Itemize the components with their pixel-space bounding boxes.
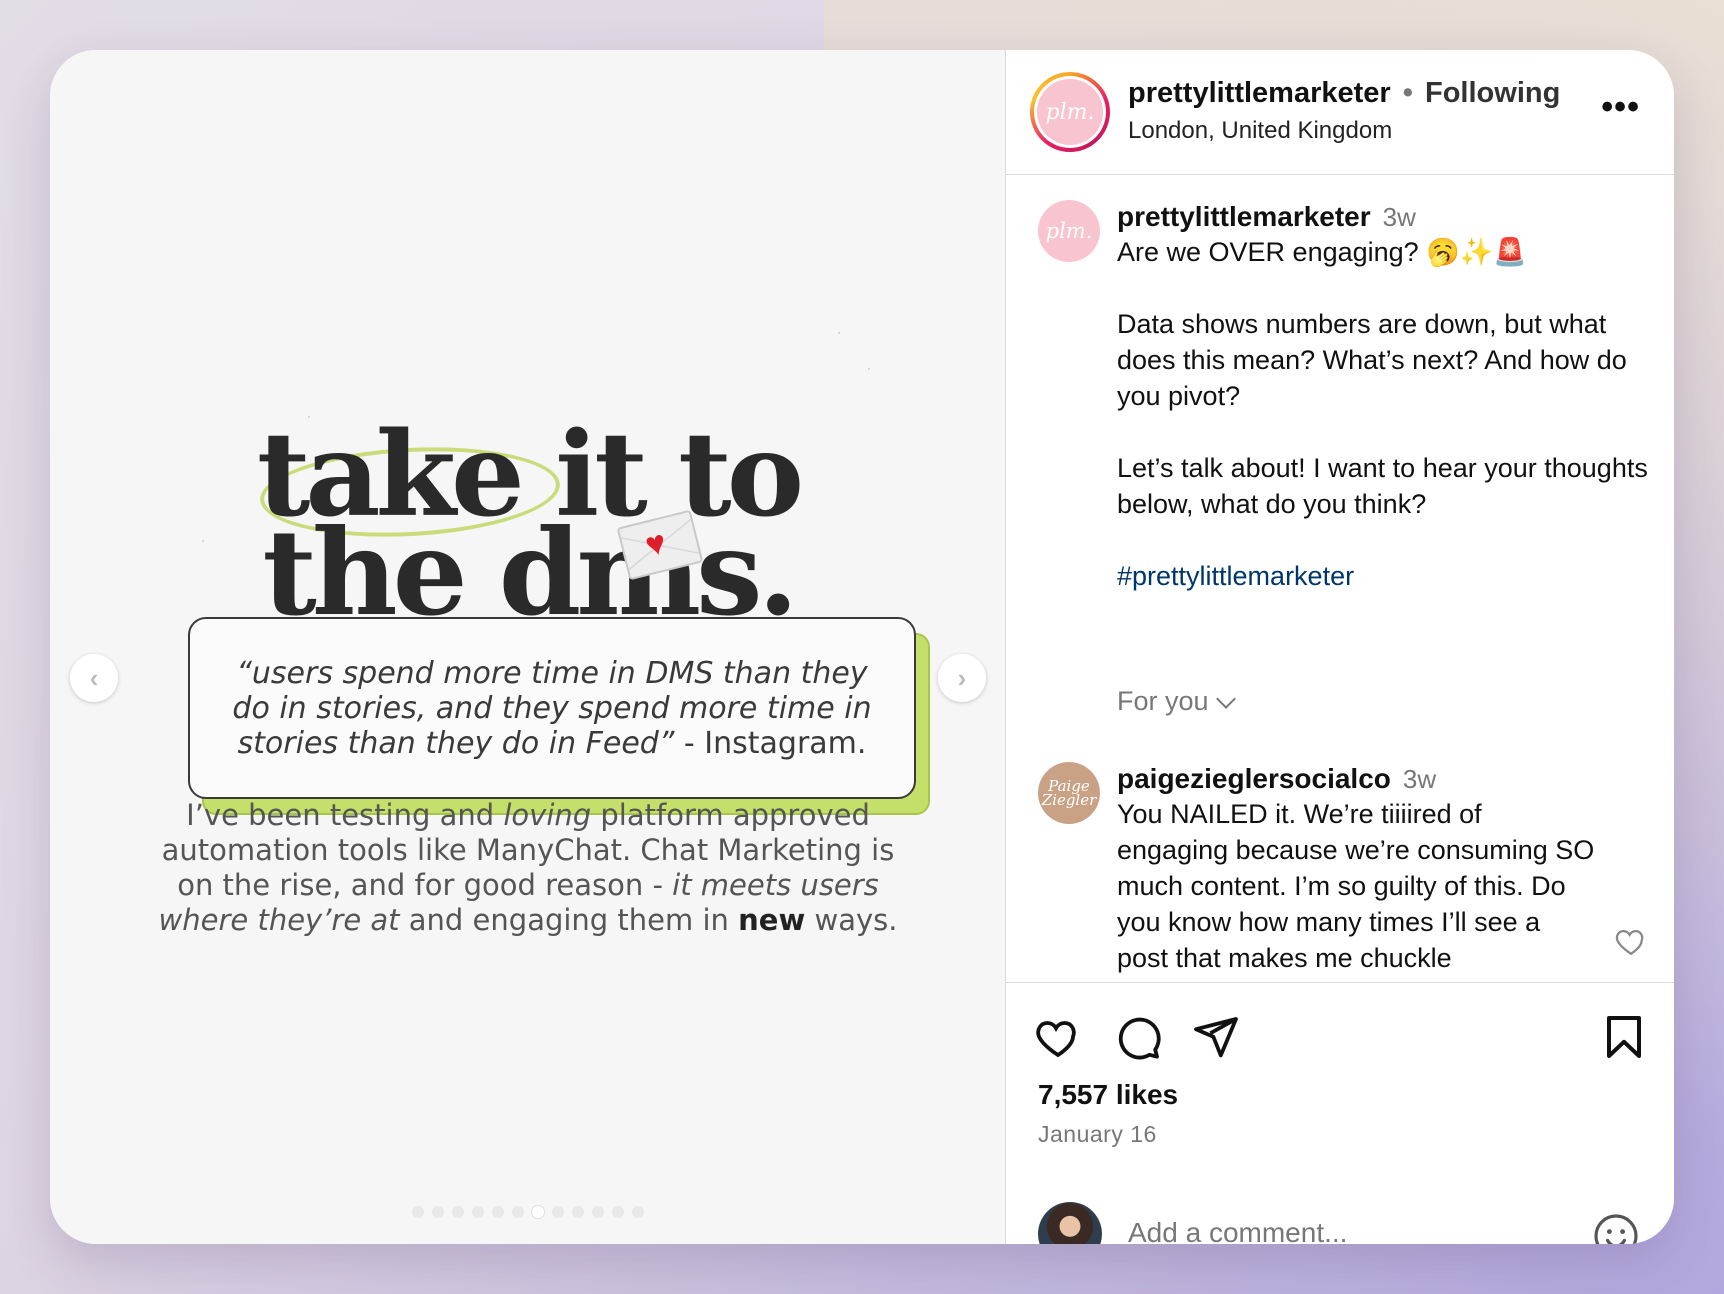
save-bookmark-icon[interactable] [1600, 1013, 1648, 1061]
post-header: plm. prettylittlemarketer • Following Lo… [1006, 50, 1674, 175]
carousel-indicator [50, 1206, 1006, 1218]
caption-paragraph: Let’s talk about! I want to hear your th… [1117, 453, 1648, 519]
carousel-dot [472, 1206, 484, 1218]
carousel-dot-active [532, 1206, 544, 1218]
body-text-bold: new [738, 903, 806, 937]
post-date: January 16 [1038, 1121, 1157, 1147]
caption-line: Are we OVER engaging? 🥱✨🚨 [1117, 237, 1528, 267]
quote-source: - Instagram. [674, 725, 867, 761]
caption-avatar[interactable]: plm. [1038, 200, 1100, 262]
heart-icon: ♥ [641, 523, 671, 565]
add-comment-row [1006, 1202, 1674, 1244]
commenter-avatar[interactable]: Paige Ziegler [1038, 762, 1100, 824]
caption-header: prettylittlemarketer 3w [1117, 201, 1416, 233]
headline-line-2: the dms. [262, 503, 798, 642]
caption-text: Are we OVER engaging? 🥱✨🚨 Data shows num… [1117, 234, 1657, 630]
carousel-dot [592, 1206, 604, 1218]
commenter-username-link[interactable]: paigezieglersocialco [1117, 763, 1391, 794]
following-button[interactable]: Following [1425, 77, 1560, 109]
chevron-down-icon [1215, 688, 1236, 709]
for-you-label: For you [1117, 686, 1209, 716]
speck [838, 332, 840, 334]
like-heart-icon[interactable] [1034, 1013, 1082, 1061]
carousel-dot [452, 1206, 464, 1218]
carousel-dot [432, 1206, 444, 1218]
carousel-dot [412, 1206, 424, 1218]
author-username-link[interactable]: prettylittlemarketer [1128, 77, 1391, 109]
carousel-dot [512, 1206, 524, 1218]
likes-count[interactable]: 7,557 likes [1038, 1079, 1178, 1111]
speck [868, 368, 870, 370]
hashtag-link[interactable]: #prettylittlemarketer [1117, 558, 1657, 594]
carousel-dot [632, 1206, 644, 1218]
avatar: plm. [1037, 79, 1103, 145]
next-slide-button[interactable]: › [938, 654, 986, 702]
carousel-dot [492, 1206, 504, 1218]
caption-paragraph: Data shows numbers are down, but what do… [1117, 309, 1627, 411]
carousel-dot [612, 1206, 624, 1218]
comment-bubble-icon[interactable] [1114, 1013, 1162, 1061]
post-side-panel: plm. prettylittlemarketer • Following Lo… [1006, 50, 1674, 1244]
media-body-text: I’ve been testing and loving platform ap… [146, 798, 910, 938]
emoji-picker-icon[interactable] [1592, 1212, 1640, 1244]
caption-timestamp: 3w [1382, 202, 1416, 232]
comment-text: You NAILED it. We’re tiiiired of engagin… [1117, 799, 1595, 973]
quote-text: “users spend more time in DMS than they … [214, 656, 890, 761]
quote-box: “users spend more time in DMS than they … [188, 617, 916, 799]
more-options-button[interactable]: ••• [1601, 90, 1640, 124]
previous-slide-button[interactable]: ‹ [70, 654, 118, 702]
post-media[interactable]: take it to the dms. ♥ “users spend more … [50, 50, 1006, 1244]
caption-username-link[interactable]: prettylittlemarketer [1117, 201, 1371, 232]
body-text-part: I’ve been testing and [186, 798, 504, 832]
post-card: take it to the dms. ♥ “users spend more … [50, 50, 1674, 1244]
comment-header: paigezieglersocialco 3w [1117, 763, 1436, 795]
carousel-dot [572, 1206, 584, 1218]
body-text-italic: loving [503, 798, 592, 832]
comment-input[interactable] [1128, 1210, 1548, 1244]
comment-timestamp: 3w [1402, 764, 1437, 794]
comment-like-icon[interactable] [1614, 924, 1648, 958]
comments-area[interactable]: plm. prettylittlemarketer 3w Are we OVER … [1006, 176, 1674, 982]
carousel-dot [552, 1206, 564, 1218]
current-user-avatar [1038, 1202, 1102, 1244]
location-link[interactable]: London, United Kingdom [1128, 117, 1392, 145]
share-send-icon[interactable] [1192, 1013, 1240, 1061]
body-text-part: and engaging them in [399, 903, 739, 937]
avatar-ring-inner: plm. [1034, 76, 1106, 148]
body-text-part: ways. [805, 903, 898, 937]
story-ring[interactable]: plm. [1030, 72, 1110, 152]
for-you-dropdown[interactable]: For you [1117, 686, 1236, 717]
header-username-row: prettylittlemarketer • Following [1128, 77, 1560, 110]
post-actions: 7,557 likes January 16 [1006, 982, 1674, 1244]
separator-dot: • [1402, 77, 1413, 109]
